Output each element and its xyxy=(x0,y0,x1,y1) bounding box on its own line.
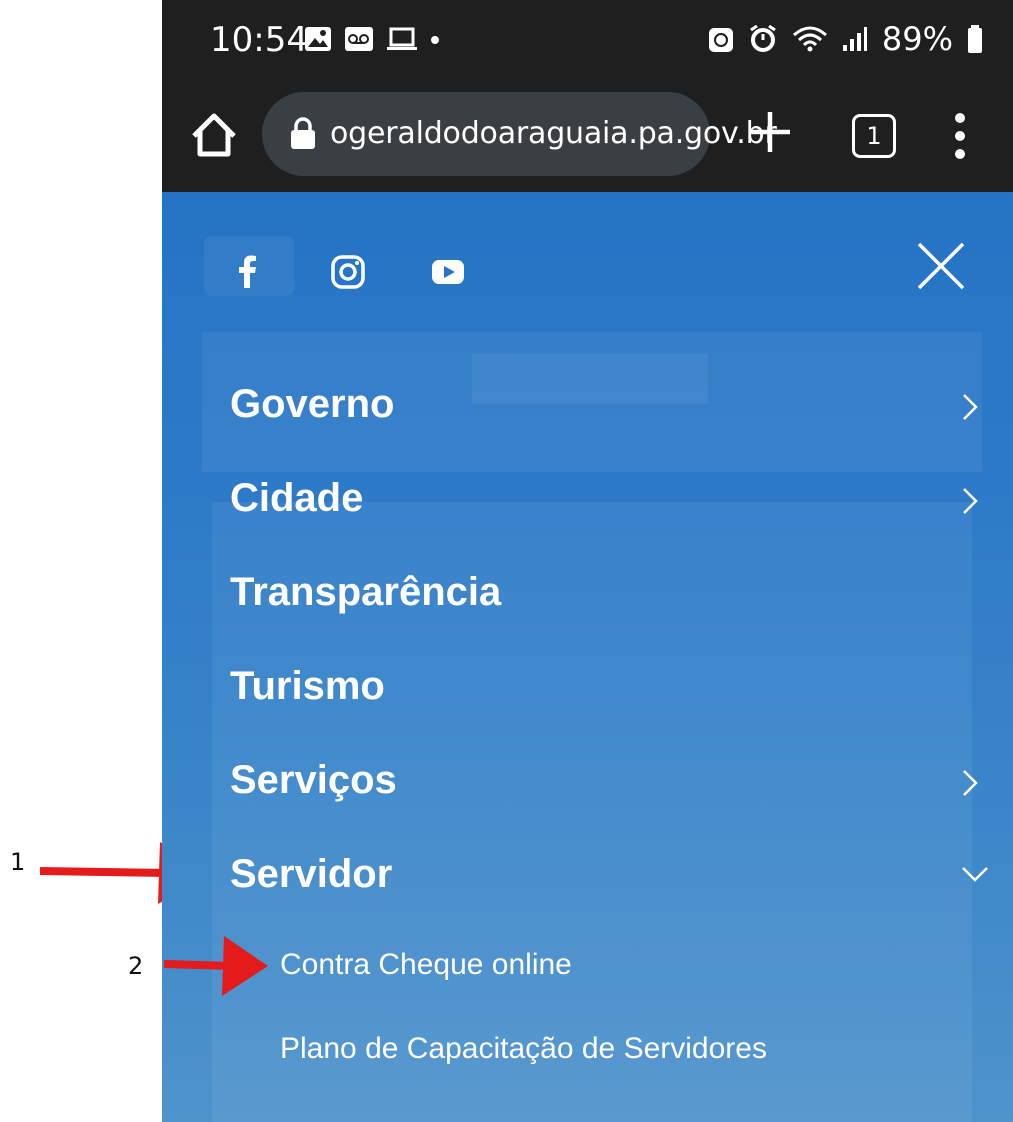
url-bar[interactable]: ogeraldodoaraguaia.pa.gov.br xyxy=(262,92,777,176)
menu-item-servicos[interactable]: Serviços xyxy=(230,752,990,812)
status-bar: 10:54 89% xyxy=(162,0,1013,88)
youtube-icon[interactable] xyxy=(430,254,466,290)
gallery-icon xyxy=(305,27,331,51)
submenu-item-plano-capacitacao[interactable]: Plano de Capacitação de Servidores xyxy=(280,1032,767,1066)
more-notifications-icon xyxy=(431,36,439,44)
menu-item-cidade[interactable]: Cidade xyxy=(230,470,990,530)
menu-item-governo[interactable]: Governo xyxy=(230,376,990,436)
menu-item-servidor[interactable]: Servidor xyxy=(230,846,990,906)
menu-item-label: Turismo xyxy=(230,664,385,708)
battery-saver-icon xyxy=(708,28,733,52)
annotation-number-1: 1 xyxy=(10,848,26,876)
laptop-icon xyxy=(387,27,417,50)
chevron-right-icon xyxy=(963,394,978,420)
menu-item-turismo[interactable]: Turismo xyxy=(230,658,990,718)
menu-item-label: Cidade xyxy=(230,476,364,520)
status-time: 10:54 xyxy=(210,20,308,60)
lock-icon[interactable] xyxy=(290,116,316,150)
menu-item-label: Servidor xyxy=(230,852,393,896)
submenu-item-contra-cheque[interactable]: Contra Cheque online xyxy=(280,948,572,982)
more-options-icon[interactable] xyxy=(948,108,972,164)
menu-item-label: Serviços xyxy=(230,758,397,802)
phone-screen: 10:54 89% ogeraldodoaraguaia.pa.gov.br 1 xyxy=(162,0,1013,1122)
instagram-icon[interactable] xyxy=(330,254,366,290)
menu-item-label: Transparência xyxy=(230,570,502,614)
chevron-right-icon xyxy=(963,770,978,796)
chevron-right-icon xyxy=(963,488,978,514)
alarm-icon xyxy=(750,25,776,52)
notification-icons xyxy=(304,26,440,52)
chevron-down-icon xyxy=(962,867,988,882)
menu-item-transparencia[interactable]: Transparência xyxy=(230,564,990,624)
browser-toolbar: ogeraldodoaraguaia.pa.gov.br 1 xyxy=(162,88,1013,192)
url-text[interactable]: ogeraldodoaraguaia.pa.gov.br xyxy=(330,116,777,151)
status-right: 89% xyxy=(708,20,983,58)
navigation-drawer: Governo Cidade Transparência Turismo Ser… xyxy=(162,192,1013,1122)
wifi-icon xyxy=(792,26,827,52)
new-tab-icon[interactable] xyxy=(742,104,798,160)
tab-switcher-button[interactable]: 1 xyxy=(852,114,896,158)
close-icon[interactable] xyxy=(915,240,967,292)
facebook-icon[interactable] xyxy=(230,254,266,290)
annotation-arrow-2 xyxy=(164,936,268,996)
voicemail-icon xyxy=(345,27,373,51)
annotation-margin: 1 2 xyxy=(0,0,210,1122)
battery-icon xyxy=(968,25,982,53)
signal-icon xyxy=(842,27,867,51)
battery-percentage: 89% xyxy=(881,20,953,58)
annotation-number-2: 2 xyxy=(128,952,144,980)
menu-item-label: Governo xyxy=(230,382,395,426)
home-icon[interactable] xyxy=(186,106,242,162)
